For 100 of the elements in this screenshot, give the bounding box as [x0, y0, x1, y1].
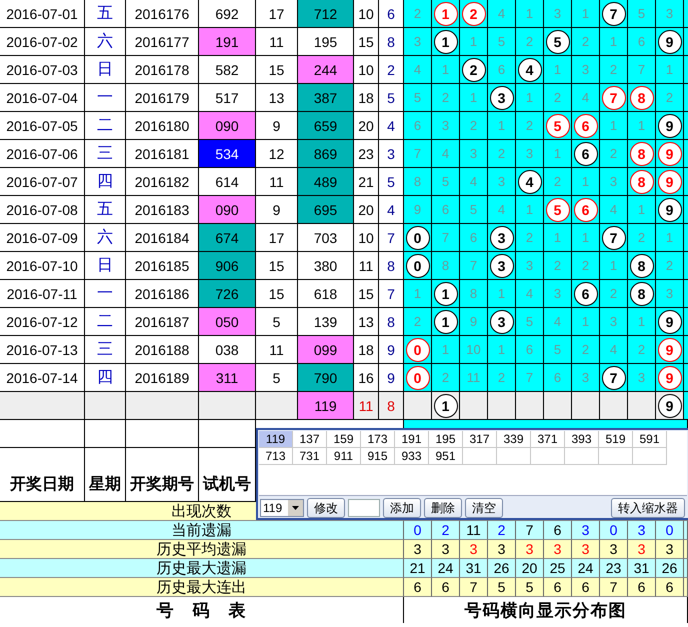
table-cell: 9 — [379, 364, 404, 392]
number-ball: 3 — [490, 254, 514, 278]
number-ball: 8 — [630, 282, 654, 306]
list-item[interactable]: 195 — [429, 431, 463, 448]
action-button[interactable]: 清空 — [465, 498, 503, 518]
list-item[interactable]: 731 — [293, 448, 327, 465]
list-item[interactable]: 317 — [463, 431, 497, 448]
table-cell: 17 — [256, 224, 298, 252]
list-item[interactable]: 393 — [565, 431, 599, 448]
table-cell: 1 — [656, 224, 684, 252]
table-cell: 4 — [432, 140, 460, 168]
number-input[interactable] — [348, 499, 380, 517]
empty-list-cell — [531, 448, 565, 465]
number-ball: 7 — [602, 2, 626, 26]
list-item[interactable]: 951 — [429, 448, 463, 465]
table-cell: 2 — [600, 140, 628, 168]
table-cell: 695 — [298, 196, 354, 224]
table-cell: 4 — [544, 308, 572, 336]
table-cell: 2 — [656, 252, 684, 280]
transfer-button[interactable]: 转入缩水器 — [611, 498, 685, 518]
number-ball: 9 — [658, 170, 682, 194]
number-dropdown[interactable]: 119 — [260, 499, 304, 517]
list-item[interactable]: 713 — [259, 448, 293, 465]
list-item[interactable]: 173 — [361, 431, 395, 448]
table-cell: 311 — [199, 364, 256, 392]
table-cell: 790 — [298, 364, 354, 392]
number-ball: 3 — [490, 226, 514, 250]
table-cell: 2016-07-02 — [0, 28, 85, 56]
table-cell: 3 — [432, 540, 460, 559]
table-cell: 26 — [488, 559, 516, 578]
table-cell: 2 — [432, 84, 460, 112]
list-item[interactable]: 137 — [293, 431, 327, 448]
table-cell: 244 — [298, 56, 354, 84]
table-cell: 15 — [256, 252, 298, 280]
table-cell: 3 — [628, 540, 656, 559]
number-ball: 9 — [658, 366, 682, 390]
list-item[interactable]: 191 — [395, 431, 429, 448]
table-cell: 489 — [298, 168, 354, 196]
table-cell: 1 — [572, 308, 600, 336]
table-cell: 674 — [199, 224, 256, 252]
table-cell: 1 — [572, 168, 600, 196]
table-cell: 20 — [354, 196, 379, 224]
table-cell: 4 — [460, 168, 488, 196]
list-item[interactable]: 933 — [395, 448, 429, 465]
table-cell: 712 — [298, 0, 354, 28]
table-cell: 9 — [379, 336, 404, 364]
table-cell: 4 — [488, 196, 516, 224]
table-cell: 8 — [379, 392, 404, 420]
table-cell: 1 — [432, 336, 460, 364]
table-cell: 13 — [354, 308, 379, 336]
table-cell: 10 — [354, 0, 379, 28]
list-item[interactable]: 371 — [531, 431, 565, 448]
table-cell: 6 — [628, 578, 656, 597]
column-header: 试机号 — [199, 448, 256, 502]
table-cell: 2 — [600, 280, 628, 308]
table-cell: 6 — [488, 56, 516, 84]
number-ball: 0 — [406, 366, 430, 390]
table-cell: 三 — [85, 140, 126, 168]
action-button[interactable]: 删除 — [424, 498, 462, 518]
table-cell: 一 — [85, 280, 126, 308]
table-cell: 6 — [544, 364, 572, 392]
table-cell: 3 — [460, 140, 488, 168]
table-cell: 六 — [85, 224, 126, 252]
action-button[interactable]: 添加 — [383, 498, 421, 518]
table-cell: 703 — [298, 224, 354, 252]
table-cell: 2 — [488, 364, 516, 392]
table-cell: 24 — [432, 559, 460, 578]
table-cell: 7 — [432, 224, 460, 252]
table-cell: 1 — [628, 196, 656, 224]
list-item[interactable]: 915 — [361, 448, 395, 465]
list-item[interactable]: 519 — [599, 431, 633, 448]
table-cell: 日 — [85, 56, 126, 84]
number-ball: 9 — [658, 338, 682, 362]
table-cell: 2 — [600, 56, 628, 84]
table-cell: 10 — [460, 336, 488, 364]
list-item[interactable]: 339 — [497, 431, 531, 448]
list-item[interactable]: 911 — [327, 448, 361, 465]
table-cell: 1 — [516, 84, 544, 112]
edit-button[interactable]: 修改 — [307, 498, 345, 518]
list-item[interactable]: 591 — [633, 431, 667, 448]
table-cell: 四 — [85, 168, 126, 196]
table-cell: 6 — [656, 578, 684, 597]
table-cell: 11 — [460, 364, 488, 392]
table-cell: 6 — [628, 28, 656, 56]
table-cell: 2 — [404, 0, 432, 28]
table-cell: 2 — [544, 84, 572, 112]
table-cell: 2016176 — [126, 0, 199, 28]
table-cell: 7 — [600, 578, 628, 597]
empty-list-cell — [633, 448, 667, 465]
table-cell: 15 — [354, 28, 379, 56]
table-cell: 517 — [199, 84, 256, 112]
number-ball: 5 — [546, 114, 570, 138]
table-cell: 4 — [379, 112, 404, 140]
number-ball: 6 — [574, 142, 598, 166]
table-cell: 11 — [354, 252, 379, 280]
number-ball: 3 — [490, 86, 514, 110]
list-item[interactable]: 159 — [327, 431, 361, 448]
list-item[interactable]: 119 — [259, 431, 293, 448]
table-cell: 5 — [488, 28, 516, 56]
table-cell: 11 — [256, 28, 298, 56]
